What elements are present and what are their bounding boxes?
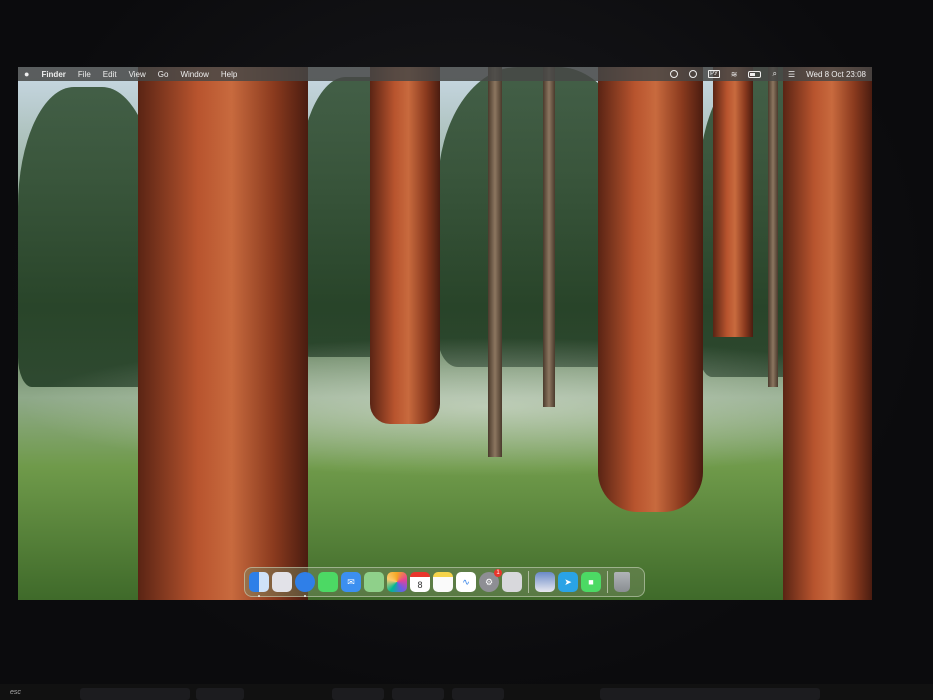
play-icon[interactable] [689, 70, 698, 78]
dock-divider [528, 571, 529, 593]
touch-bar-key[interactable] [196, 688, 244, 700]
dock-photos-icon[interactable] [387, 572, 407, 592]
menu-help[interactable]: Help [221, 70, 237, 79]
touch-bar-control-strip[interactable] [600, 688, 820, 700]
menu-app-name[interactable]: Finder [41, 70, 65, 79]
dock-preview-icon[interactable] [535, 572, 555, 592]
touch-bar-key[interactable] [392, 688, 444, 700]
sequoia-trunk [713, 67, 753, 337]
dock-trash-icon[interactable] [614, 572, 630, 592]
touch-bar-key[interactable] [332, 688, 384, 700]
apple-menu-icon[interactable]: ● [24, 69, 29, 79]
calendar-day: 8 [417, 579, 423, 590]
dock-system-settings-icon[interactable]: ⚙ 1 [479, 569, 502, 592]
tree [543, 67, 555, 407]
touch-bar-key[interactable] [80, 688, 190, 700]
dock-divider [607, 571, 608, 593]
sequoia-trunk [598, 67, 703, 512]
control-center-icon[interactable]: ☰ [788, 70, 795, 79]
sequoia-trunk [783, 67, 872, 600]
search-icon[interactable]: ⌕ [772, 69, 776, 79]
menu-edit[interactable]: Edit [103, 70, 117, 79]
dock-calendar-icon[interactable]: 8 [410, 572, 430, 592]
input-source-indicator[interactable]: РУ [708, 70, 720, 78]
tree [768, 67, 778, 387]
sequoia-trunk [138, 67, 308, 600]
menu-go[interactable]: Go [158, 70, 169, 79]
touch-bar-key[interactable] [452, 688, 504, 700]
user-icon[interactable] [670, 70, 679, 78]
menu-window[interactable]: Window [180, 70, 208, 79]
dock-mail-icon[interactable]: ✉ [341, 572, 361, 592]
dock-telegram-icon[interactable]: ➤ [558, 572, 578, 592]
desktop: ● Finder File Edit View Go Window Help Р… [18, 67, 872, 600]
tree [488, 67, 502, 457]
dock-facetime-icon[interactable]: ■ [581, 572, 601, 592]
dock-finder-icon[interactable] [249, 572, 269, 597]
menu-file[interactable]: File [78, 70, 91, 79]
dock-launchpad-icon[interactable] [272, 572, 292, 592]
esc-key[interactable]: esc [10, 689, 21, 696]
dock-notes-icon[interactable] [433, 572, 453, 592]
sequoia-trunk [370, 67, 440, 424]
battery-icon[interactable] [748, 70, 762, 78]
dock-safari-icon[interactable] [295, 572, 315, 597]
dock-freeform-icon[interactable]: ∿ [456, 572, 476, 592]
clock[interactable]: Wed 8 Oct 23:08 [806, 70, 866, 79]
notification-badge: 1 [494, 569, 502, 577]
dock-messages-icon[interactable] [318, 572, 338, 592]
wifi-icon[interactable]: ≋ [731, 70, 738, 79]
dock-iphone-mirroring-icon[interactable] [502, 572, 522, 592]
menu-bar: ● Finder File Edit View Go Window Help Р… [18, 67, 872, 81]
dock: ✉ 8 ∿ ⚙ 1 ➤ ■ [244, 567, 645, 597]
menu-view[interactable]: View [129, 70, 146, 79]
dock-maps-icon[interactable] [364, 572, 384, 592]
